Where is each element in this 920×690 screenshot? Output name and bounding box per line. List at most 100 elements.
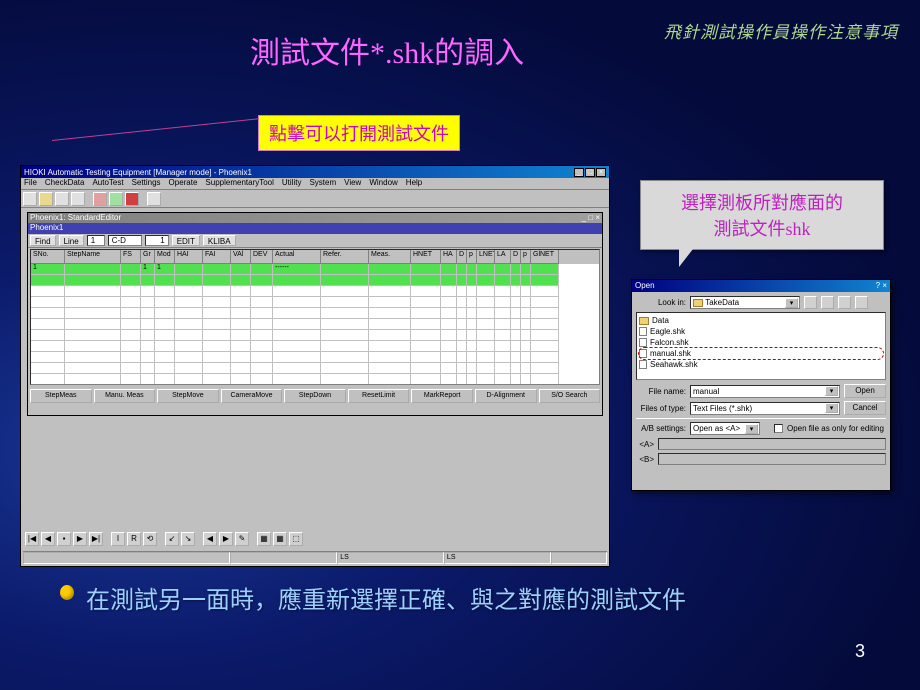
col-mod[interactable]: Mod [155,250,175,264]
cell[interactable] [231,264,251,275]
cell[interactable] [251,275,273,286]
cell[interactable] [175,275,203,286]
btn-resetlimit[interactable]: ResetLimit [348,389,410,403]
cell[interactable] [531,275,559,286]
cell[interactable] [369,275,411,286]
transport-btn-4[interactable]: ▶| [89,532,103,546]
dlg-close-button[interactable]: × [882,281,887,290]
file-item[interactable]: Falcon.shk [639,337,883,348]
cell[interactable] [467,275,477,286]
btn-stepdown[interactable]: StepDown [284,389,346,403]
cell[interactable] [495,275,511,286]
col-val[interactable]: VAl [231,250,251,264]
cell[interactable] [521,264,531,275]
menu-operate[interactable]: Operate [169,178,198,189]
col-dev[interactable]: DEV [251,250,273,264]
col-hnet[interactable]: HNET [411,250,441,264]
btn-markreport[interactable]: MarkReport [411,389,473,403]
menu-help[interactable]: Help [406,178,422,189]
transport-btn-10[interactable]: ◀ [203,532,217,546]
cell[interactable] [511,275,521,286]
file-item[interactable]: Eagle.shk [639,326,883,337]
tb-open-icon[interactable] [39,192,53,206]
cell[interactable] [65,275,121,286]
tb-btn6[interactable] [109,192,123,206]
menu-settings[interactable]: Settings [132,178,161,189]
grid-row-blank[interactable] [31,297,599,308]
cell[interactable] [203,275,231,286]
cell[interactable]: 1 [141,264,155,275]
col-sno[interactable]: SNo. [31,250,65,264]
transport-btn-2[interactable]: ▪ [57,532,71,546]
btn-cameramove[interactable]: CameraMove [221,389,283,403]
dlg-help-button[interactable]: ? [876,281,880,290]
col-lnet[interactable]: LNET [477,250,495,264]
cell[interactable] [441,275,457,286]
cell[interactable] [141,275,155,286]
cell[interactable] [477,275,495,286]
ab-combo[interactable]: Open as <A> [690,422,760,435]
col-refer[interactable]: Refer. [321,250,369,264]
find-button[interactable]: Find [30,235,56,246]
grid-row-blank[interactable] [31,341,599,352]
cell[interactable]: 1 [155,264,175,275]
menu-supptool[interactable]: SupplementaryTool [205,178,273,189]
transport-btn-6[interactable]: R [127,532,141,546]
menu-system[interactable]: System [309,178,336,189]
btn-stepmove[interactable]: StepMove [157,389,219,403]
cell[interactable] [511,264,521,275]
col-fs[interactable]: FS [121,250,141,264]
up-folder-icon[interactable] [804,296,817,309]
transport-btn-0[interactable]: |◀ [25,532,39,546]
cell[interactable] [531,264,559,275]
transport-btn-5[interactable]: I [111,532,125,546]
tb-save-icon[interactable] [55,192,69,206]
col-stepname[interactable]: StepName [65,250,121,264]
col-actual[interactable]: Actual [273,250,321,264]
transport-btn-13[interactable]: ▦ [257,532,271,546]
child-close[interactable]: × [595,213,600,222]
btn-manumeas[interactable]: Manu. Meas [94,389,156,403]
line-input[interactable]: 1 [87,235,105,246]
tb-btn8[interactable] [147,192,161,206]
cell[interactable] [369,264,411,275]
col-gr[interactable]: Gr [141,250,155,264]
cell[interactable] [203,264,231,275]
btn-sosearch[interactable]: S/O Search [539,389,601,403]
close-button[interactable]: × [596,168,606,177]
cell[interactable] [495,264,511,275]
filename-input[interactable]: manual [690,385,840,398]
menu-autotest[interactable]: AutoTest [92,178,123,189]
grid-row-blank[interactable] [31,330,599,341]
new-folder-icon[interactable] [821,296,834,309]
transport-btn-14[interactable]: ▦ [273,532,287,546]
filetype-combo[interactable]: Text Files (*.shk) [690,402,840,415]
cell[interactable] [121,264,141,275]
cell[interactable] [31,275,65,286]
menu-checkdata[interactable]: CheckData [45,178,85,189]
transport-btn-15[interactable]: ⬚ [289,532,303,546]
transport-btn-8[interactable]: ↙ [165,532,179,546]
transport-btn-7[interactable]: ⟲ [143,532,157,546]
grid-row-blank[interactable] [31,319,599,330]
grid-row-blank[interactable] [31,352,599,363]
cell[interactable] [121,275,141,286]
col-d[interactable]: D [511,250,521,264]
cell[interactable] [65,264,121,275]
open-button[interactable]: Open [844,384,886,398]
tb-btn5[interactable] [93,192,107,206]
grid-row-blank[interactable] [31,286,599,297]
grid-row-blank[interactable] [31,308,599,319]
cell[interactable] [411,275,441,286]
cell[interactable] [321,275,369,286]
lookin-combo[interactable]: TakeData [690,296,800,309]
tb-btn4[interactable] [71,192,85,206]
transport-btn-9[interactable]: ↘ [181,532,195,546]
cell[interactable] [273,275,321,286]
cell[interactable] [321,264,369,275]
details-view-icon[interactable] [855,296,868,309]
grid-row-1[interactable]: 111------ [31,264,599,275]
data-grid[interactable]: SNo.StepNameFSGrModHAIFAIVAlDEVActualRef… [30,249,600,385]
maximize-button[interactable]: □ [585,168,595,177]
cell[interactable]: 1 [31,264,65,275]
